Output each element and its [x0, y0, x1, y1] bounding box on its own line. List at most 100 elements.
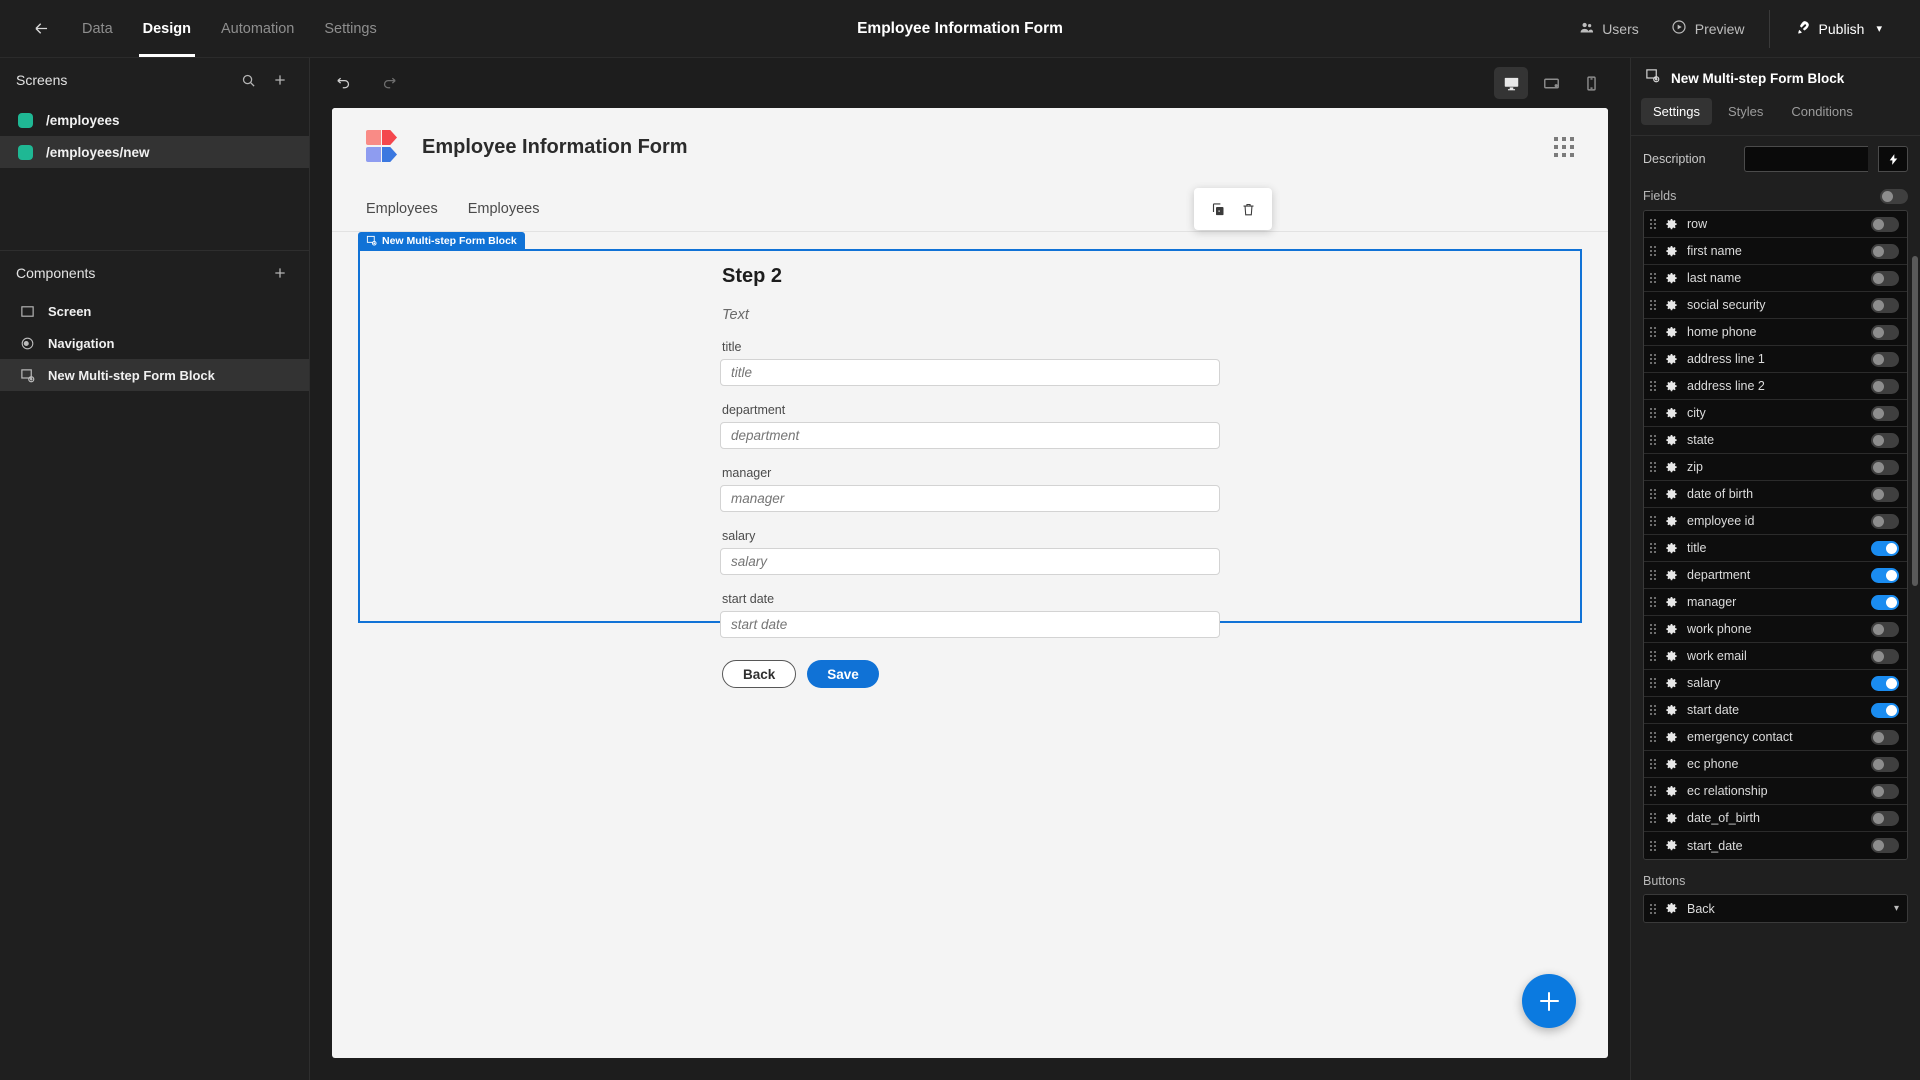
- field-toggle[interactable]: [1871, 621, 1899, 637]
- drag-handle-icon[interactable]: [1650, 543, 1656, 553]
- drag-handle-icon[interactable]: [1650, 246, 1656, 256]
- binding-lightning-icon[interactable]: [1878, 146, 1908, 172]
- search-icon[interactable]: [237, 69, 259, 91]
- gear-icon[interactable]: [1665, 353, 1678, 366]
- apps-grid-icon[interactable]: [1554, 137, 1574, 157]
- drag-handle-icon[interactable]: [1650, 273, 1656, 283]
- field-toggle[interactable]: [1871, 270, 1899, 286]
- field-toggle[interactable]: [1871, 486, 1899, 502]
- drag-handle-icon[interactable]: [1650, 327, 1656, 337]
- field-row[interactable]: date_of_birth: [1644, 805, 1907, 832]
- field-toggle[interactable]: [1871, 540, 1899, 556]
- drag-handle-icon[interactable]: [1650, 219, 1656, 229]
- drag-handle-icon[interactable]: [1650, 597, 1656, 607]
- field-toggle[interactable]: [1871, 324, 1899, 340]
- drag-handle-icon[interactable]: [1650, 624, 1656, 634]
- field-row[interactable]: first name: [1644, 238, 1907, 265]
- field-row[interactable]: work email: [1644, 643, 1907, 670]
- field-toggle[interactable]: [1871, 351, 1899, 367]
- field-row[interactable]: employee id: [1644, 508, 1907, 535]
- component-item-screen[interactable]: Screen: [0, 295, 309, 327]
- drag-handle-icon[interactable]: [1650, 354, 1656, 364]
- field-toggle[interactable]: [1871, 405, 1899, 421]
- field-toggle[interactable]: [1871, 729, 1899, 745]
- back-button[interactable]: Back: [722, 660, 797, 688]
- drag-handle-icon[interactable]: [1650, 705, 1656, 715]
- gear-icon[interactable]: [1665, 812, 1678, 825]
- field-toggle[interactable]: [1871, 594, 1899, 610]
- form-field-input[interactable]: [720, 611, 1220, 638]
- field-toggle[interactable]: [1871, 756, 1899, 772]
- mobile-preview-icon[interactable]: [1574, 67, 1608, 99]
- topnav-item-settings[interactable]: Settings: [324, 0, 376, 57]
- form-field-input[interactable]: [720, 548, 1220, 575]
- undo-icon[interactable]: [332, 72, 354, 94]
- multi-step-form-block[interactable]: Step 2 Text title department manager salary…: [358, 249, 1582, 688]
- field-row[interactable]: emergency contact: [1644, 724, 1907, 751]
- screen-item[interactable]: /employees/new: [0, 136, 309, 168]
- drag-handle-icon[interactable]: [1650, 840, 1656, 851]
- topnav-item-automation[interactable]: Automation: [221, 0, 294, 57]
- drag-handle-icon[interactable]: [1650, 732, 1656, 742]
- form-field-input[interactable]: [720, 485, 1220, 512]
- gear-icon[interactable]: [1665, 569, 1678, 582]
- field-row[interactable]: state: [1644, 427, 1907, 454]
- drag-handle-icon[interactable]: [1650, 813, 1656, 823]
- field-toggle[interactable]: [1871, 378, 1899, 394]
- gear-icon[interactable]: [1665, 488, 1678, 501]
- duplicate-icon[interactable]: [1206, 197, 1230, 221]
- fields-toggle[interactable]: [1880, 188, 1908, 204]
- add-screen-icon[interactable]: [269, 69, 291, 91]
- field-toggle[interactable]: [1871, 702, 1899, 718]
- field-row[interactable]: zip: [1644, 454, 1907, 481]
- gear-icon[interactable]: [1665, 731, 1678, 744]
- form-field-input[interactable]: [720, 422, 1220, 449]
- gear-icon[interactable]: [1665, 380, 1678, 393]
- field-row[interactable]: home phone: [1644, 319, 1907, 346]
- field-row[interactable]: date of birth: [1644, 481, 1907, 508]
- field-row[interactable]: title: [1644, 535, 1907, 562]
- gear-icon[interactable]: [1665, 758, 1678, 771]
- users-button[interactable]: Users: [1563, 12, 1655, 46]
- drag-handle-icon[interactable]: [1650, 786, 1656, 796]
- drag-handle-icon[interactable]: [1650, 408, 1656, 418]
- field-row[interactable]: social security: [1644, 292, 1907, 319]
- gear-icon[interactable]: [1665, 785, 1678, 798]
- field-row[interactable]: address line 1: [1644, 346, 1907, 373]
- form-field-input[interactable]: [720, 359, 1220, 386]
- field-row[interactable]: city: [1644, 400, 1907, 427]
- gear-icon[interactable]: [1665, 596, 1678, 609]
- field-row[interactable]: manager: [1644, 589, 1907, 616]
- drag-handle-icon[interactable]: [1650, 462, 1656, 472]
- gear-icon[interactable]: [1665, 623, 1678, 636]
- selection-tab[interactable]: New Multi-step Form Block: [358, 232, 525, 249]
- preview-button[interactable]: Preview: [1655, 12, 1761, 46]
- nav-item-employees-1[interactable]: Employees: [366, 201, 438, 217]
- field-toggle[interactable]: [1871, 675, 1899, 691]
- field-toggle[interactable]: [1871, 783, 1899, 799]
- field-toggle[interactable]: [1871, 432, 1899, 448]
- gear-icon[interactable]: [1665, 677, 1678, 690]
- component-item-new-multi-step-form-block[interactable]: New Multi-step Form Block: [0, 359, 309, 391]
- chevron-down-icon[interactable]: ▾: [1876, 22, 1882, 35]
- drag-handle-icon[interactable]: [1650, 678, 1656, 688]
- delete-icon[interactable]: [1236, 197, 1260, 221]
- field-row[interactable]: ec relationship: [1644, 778, 1907, 805]
- field-toggle[interactable]: [1871, 648, 1899, 664]
- field-toggle[interactable]: [1871, 297, 1899, 313]
- topnav-item-design[interactable]: Design: [138, 0, 196, 57]
- drag-handle-icon[interactable]: [1650, 570, 1656, 580]
- field-row[interactable]: last name: [1644, 265, 1907, 292]
- drag-handle-icon[interactable]: [1650, 651, 1656, 661]
- field-row[interactable]: ec phone: [1644, 751, 1907, 778]
- drag-handle-icon[interactable]: [1650, 489, 1656, 499]
- gear-icon[interactable]: [1665, 245, 1678, 258]
- drag-handle-icon[interactable]: [1650, 516, 1656, 526]
- gear-icon[interactable]: [1665, 326, 1678, 339]
- field-toggle[interactable]: [1871, 838, 1899, 853]
- gear-icon[interactable]: [1665, 461, 1678, 474]
- gear-icon[interactable]: [1665, 704, 1678, 717]
- gear-icon[interactable]: [1665, 542, 1678, 555]
- field-row[interactable]: address line 2: [1644, 373, 1907, 400]
- field-row[interactable]: department: [1644, 562, 1907, 589]
